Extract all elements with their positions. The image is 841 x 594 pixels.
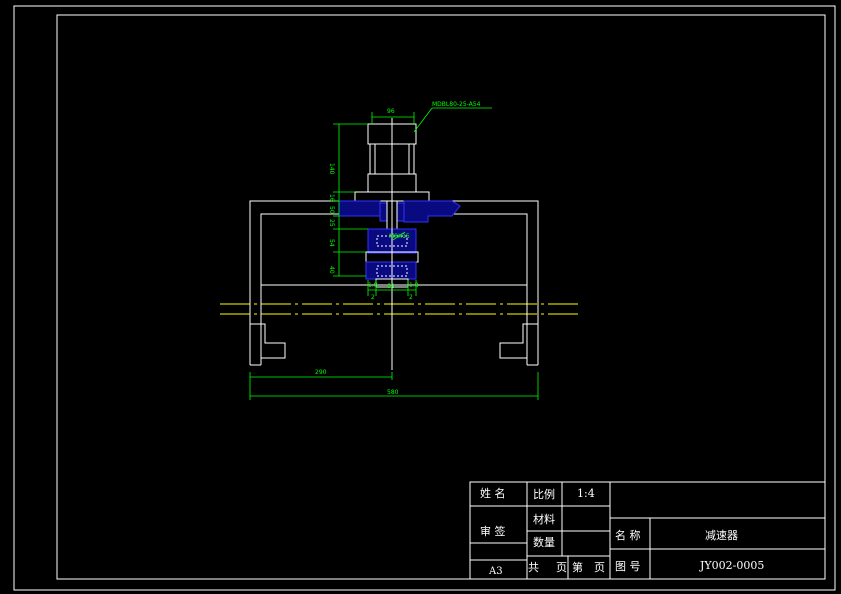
drawing-no-value: JY002-0005 — [699, 559, 764, 572]
quantity-label: 数量 — [533, 536, 555, 549]
dim-40: 40 — [328, 266, 335, 274]
dim-span-580: 580 — [387, 389, 399, 396]
dim-25: 25 — [328, 219, 335, 227]
total-label: 共 — [528, 561, 539, 574]
paper-size: A3 — [488, 566, 503, 577]
title-label: 名 称 — [615, 528, 641, 542]
dim-50: 50 — [328, 206, 335, 214]
dim-center-68: 68 — [387, 283, 395, 290]
dim-16: 16 — [328, 194, 335, 202]
scale-label: 比例 — [533, 487, 555, 501]
dim-height-140: 140 — [328, 163, 335, 175]
sheet-label: 第 — [572, 560, 583, 574]
dim-54: 54 — [328, 239, 335, 247]
title-value: 减速器 — [705, 529, 738, 542]
name-label: 姓 名 — [480, 486, 506, 500]
dimension-lines — [249, 107, 539, 400]
outer-frame — [13, 5, 836, 591]
dim-span-290: 290 — [315, 369, 327, 376]
dim-left-2: 2 — [371, 294, 375, 301]
title-block — [469, 481, 826, 580]
dim-side-right: 1.8 — [409, 282, 419, 289]
inner-frame — [56, 14, 826, 580]
page-label-2: 页 — [594, 561, 605, 574]
review-label: 审 签 — [480, 524, 506, 538]
part-callout: M8X15 — [389, 233, 410, 240]
scale-value: 1:4 — [577, 487, 595, 500]
dim-right-2: 2 — [409, 294, 413, 301]
centerlines — [220, 303, 580, 315]
cad-drawing: 96 MDBL80-25-A54 140 16 50 25 54 40 1.8 … — [13, 5, 836, 591]
motor-callout: MDBL80-25-A54 — [432, 101, 481, 108]
drawing-no-label: 图 号 — [615, 560, 641, 573]
material-label: 材料 — [533, 512, 555, 526]
page-label-1: 页 — [556, 561, 567, 574]
gearbox — [338, 200, 461, 288]
dim-width-96: 96 — [387, 108, 395, 115]
dim-side-left: 1.8 — [368, 282, 378, 289]
